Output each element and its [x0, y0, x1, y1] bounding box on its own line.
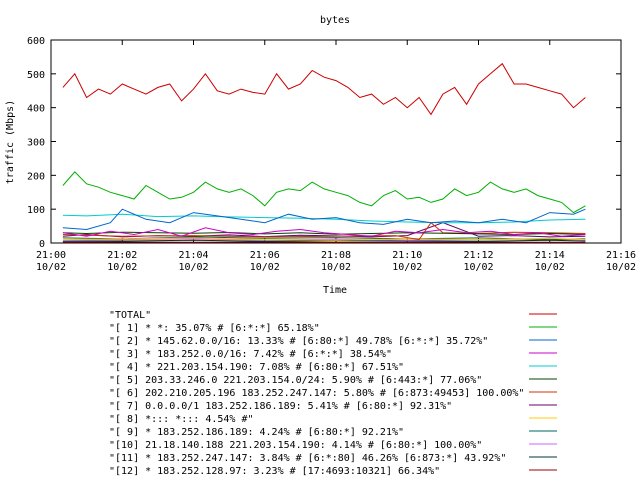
x-tick-date: 10/02 [36, 262, 66, 273]
y-axis-ticks: 0 100 200 300 400 500 600 [27, 36, 621, 250]
x-tick-time: 21:02 [107, 250, 137, 261]
x-tick-time: 21:08 [321, 250, 351, 261]
series-line-0 [62, 62, 586, 116]
chart: bytes traffic (Mbps) Time 0 100 200 300 400 5… [5, 15, 636, 477]
x-tick-date: 10/02 [321, 262, 351, 273]
x-tick-date: 10/02 [107, 262, 137, 273]
legend-label: "[ 9] * 183.252.186.189: 4.24% # [6:80:*… [109, 427, 404, 438]
x-tick-date: 10/02 [463, 262, 493, 273]
series-line-6 [62, 221, 586, 241]
x-tick-time: 21:04 [178, 250, 208, 261]
plot-frame [50, 39, 622, 244]
legend: "TOTAL" "[ 1] * *: 35.07% # [6:*:*] 65.18… [109, 310, 557, 477]
legend-label: "[ 8] *::: *::: 4.54% #" [109, 414, 254, 425]
y-tick-label: 400 [27, 104, 45, 115]
legend-label: "[12] * 183.252.128.97: 3.23% # [17:4693… [109, 466, 440, 477]
y-tick-label: 300 [27, 138, 45, 149]
legend-label: "[ 5] 203.33.246.0 221.203.154.0/24: 5.9… [109, 375, 482, 386]
x-tick-time: 21:16 [606, 250, 636, 261]
x-tick-date: 10/02 [392, 262, 422, 273]
y-tick-label: 100 [27, 205, 45, 216]
series-lines [62, 62, 586, 243]
x-tick-time: 21:06 [250, 250, 280, 261]
chart-title: bytes [320, 15, 350, 26]
y-tick-label: 600 [27, 36, 45, 47]
y-axis-label: traffic (Mbps) [5, 100, 16, 184]
legend-label: "TOTAL" [109, 310, 151, 321]
legend-label: "[ 3] * 183.252.0.0/16: 7.42% # [6:*:*] … [109, 349, 392, 360]
x-tick-time: 21:12 [463, 250, 493, 261]
x-tick-date: 10/02 [250, 262, 280, 273]
x-tick-time: 21:10 [392, 250, 422, 261]
legend-label: "[ 1] * *: 35.07% # [6:*:*] 65.18%" [109, 323, 320, 334]
y-tick-label: 0 [39, 239, 45, 250]
x-tick-time: 21:00 [36, 250, 66, 261]
x-tick-date: 10/02 [535, 262, 565, 273]
legend-label: "[10] 21.18.140.188 221.203.154.190: 4.1… [109, 440, 482, 451]
x-tick-date: 10/02 [606, 262, 636, 273]
legend-label: "[ 2] * 145.62.0.0/16: 13.33% # [6:80:*]… [109, 336, 488, 347]
x-tick-time: 21:14 [535, 250, 565, 261]
y-tick-label: 500 [27, 70, 45, 81]
series-line-1 [62, 171, 586, 214]
legend-label: "[11] * 183.252.247.147: 3.84% # [6:*:80… [109, 453, 506, 464]
legend-label: "[ 6] 202.210.205.196 183.252.247.147: 5… [109, 388, 524, 399]
legend-label: "[ 7] 0.0.0.0/1 183.252.186.189: 5.41% #… [109, 401, 452, 412]
x-tick-date: 10/02 [178, 262, 208, 273]
y-tick-label: 200 [27, 171, 45, 182]
x-axis-label: Time [323, 285, 347, 296]
legend-label: "[ 4] * 221.203.154.190: 7.08% # [6:80:*… [109, 362, 404, 373]
